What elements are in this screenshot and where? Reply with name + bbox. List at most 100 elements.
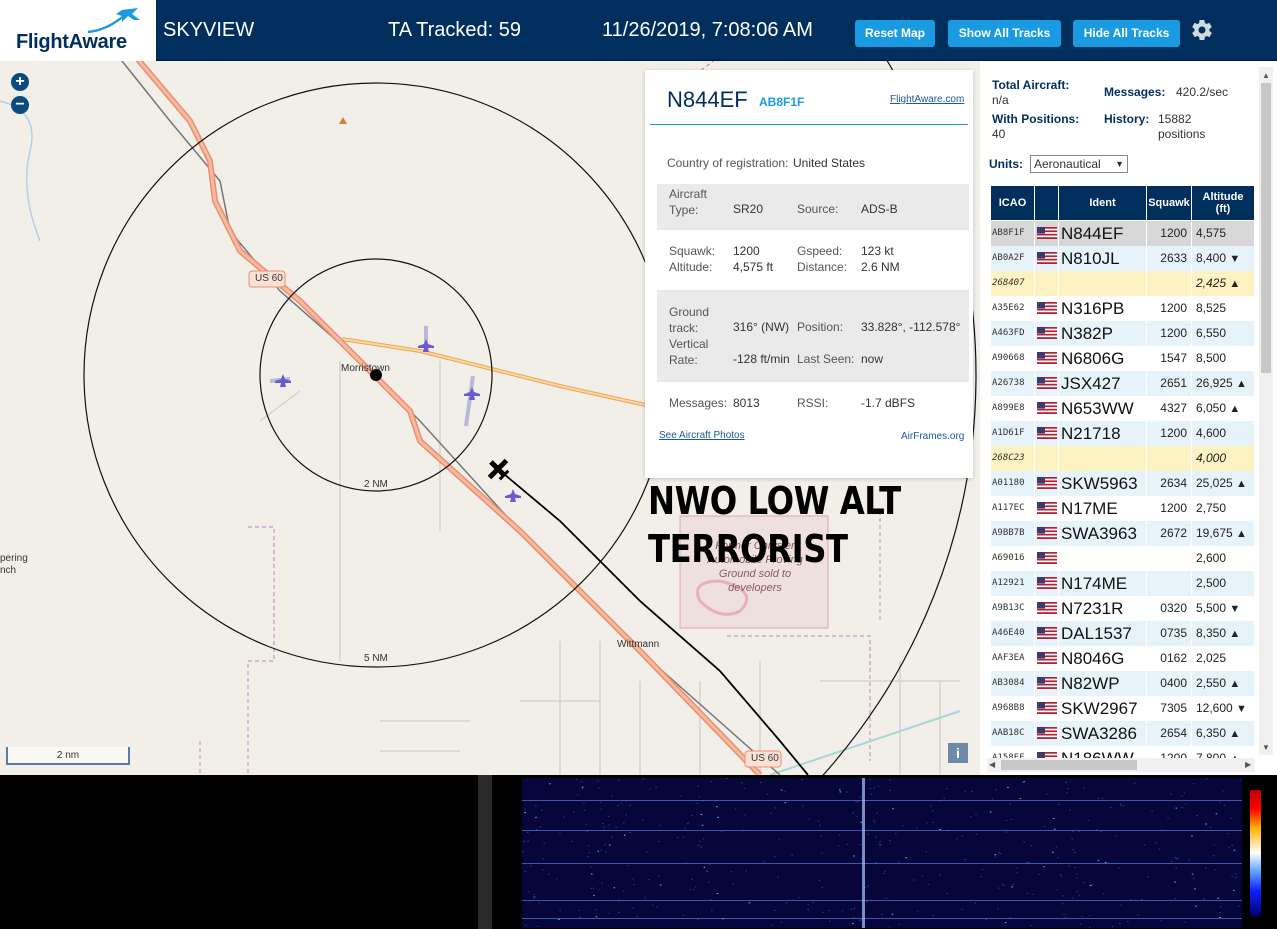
row-ident: SKW5963 [1059,471,1147,496]
table-row[interactable]: A35E62 N316PB 1200 8,525 [991,296,1255,321]
table-row[interactable]: A01180 SKW5963 2634 25,025 ▲ [991,471,1255,496]
hide-all-tracks-button[interactable]: Hide All Tracks [1073,20,1180,47]
col-header-squawk[interactable]: Squawk [1147,186,1192,220]
row-ident [1059,271,1147,296]
units-label: Units: [989,157,1023,171]
row-altitude-value: 8,525 [1196,301,1227,315]
flightaware-link[interactable]: FlightAware.com [890,94,964,105]
horizontal-scroll-thumb[interactable] [1001,760,1137,770]
row-squawk: 1200 [1147,221,1192,246]
map-view[interactable]: + − US 60 US 60 Morristown Wittmann 2 NM… [0,61,980,775]
scroll-left-icon[interactable]: ◀ [989,760,995,769]
row-altitude-value: 25,025 [1196,476,1233,490]
table-row[interactable]: A12921 N174ME 2,500 [991,571,1255,596]
scroll-right-icon[interactable]: ▶ [1245,760,1251,769]
popup-messages-label: Messages: [669,396,728,410]
info-button[interactable]: i [948,743,968,763]
table-row[interactable]: AB0A2F N810JL 2633 8,400 ▼ [991,246,1255,271]
table-row[interactable]: A69016 2,600 [991,546,1255,571]
table-row[interactable]: A26738 JSX427 2651 26,925 ▲ [991,371,1255,396]
us-flag-icon [1037,402,1057,414]
vertical-scroll-thumb[interactable] [1261,83,1271,373]
see-aircraft-photos-link[interactable]: See Aircraft Photos [659,430,745,441]
table-row[interactable]: AAB18C SWA3286 2654 6,350 ▲ [991,721,1255,746]
row-altitude: 25,025 ▲ [1192,471,1255,496]
total-aircraft-label: Total Aircraft: [992,78,1070,92]
row-altitude: 26,925 ▲ [1192,371,1255,396]
row-icao: A35E62 [991,296,1035,321]
units-select[interactable]: Aeronautical ▼ [1030,155,1128,173]
row-flag-cell [1035,396,1059,421]
us-flag-icon [1037,427,1057,439]
row-altitude: 8,525 [1192,296,1255,321]
row-ident: N21718 [1059,421,1147,446]
row-squawk: 4327 [1147,396,1192,421]
gear-icon[interactable] [1190,18,1214,42]
us-flag-icon [1037,352,1057,364]
popup-divider [650,124,968,125]
squawk-value: 1200 [733,244,760,258]
table-row[interactable]: A117EC N17ME 1200 2,750 [991,496,1255,521]
row-icao: A117EC [991,496,1035,521]
row-squawk: 1200 [1147,496,1192,521]
row-squawk [1147,271,1192,296]
scroll-up-icon[interactable]: ▲ [1262,71,1270,80]
row-altitude-value: 6,050 [1196,401,1227,415]
airframes-link[interactable]: AirFrames.org [901,431,964,442]
table-row[interactable]: AB8F1F N844EF 1200 4,575 [991,221,1255,246]
row-ident: N810JL [1059,246,1147,271]
row-flag-cell [1035,346,1059,371]
table-row[interactable]: A9B13C N7231R 0320 5,500 ▼ [991,596,1255,621]
table-row[interactable]: 268C23 4,000 [991,446,1255,471]
table-row[interactable]: A968B8 SKW2967 7305 12,600 ▼ [991,696,1255,721]
vertical-rate-value: -128 ft/min [733,352,790,366]
ground-track-label: Ground track: [669,305,710,335]
table-row[interactable]: 268407 2,425 ▲ [991,271,1255,296]
zoom-in-button[interactable]: + [11,73,29,91]
country-label: Country of registration: [667,156,789,170]
map-label-partial-2: nch [0,565,17,576]
row-squawk: 1200 [1147,296,1192,321]
row-ident: N8046G [1059,646,1147,671]
table-row[interactable]: A1D61F N21718 1200 4,600 [991,421,1255,446]
us-flag-icon [1037,502,1057,514]
us-flag-icon [1037,602,1057,614]
row-squawk [1147,546,1192,571]
popup-row-type: Aircraft Type: SR20 Source: ADS-B [657,184,969,230]
row-ident: N17ME [1059,496,1147,521]
horizontal-scrollbar[interactable]: ◀ ▶ [987,758,1255,772]
row-altitude: 5,500 ▼ [1192,596,1255,621]
table-row[interactable]: AAF3EA N8046G 0162 2,025 [991,646,1255,671]
table-row[interactable]: A90668 N6806G 1547 8,500 [991,346,1255,371]
row-altitude-value: 8,500 [1196,351,1227,365]
table-row[interactable]: A463FD N382P 1200 6,550 [991,321,1255,346]
overlay-caption-line-2: TERRORIST [648,527,848,571]
us-flag-icon [1037,252,1057,264]
panel-divider[interactable] [478,775,492,929]
row-altitude-value: 2,500 [1196,576,1227,590]
col-header-altitude[interactable]: Altitude (ft) [1192,186,1255,220]
table-row[interactable]: A9BB7B SWA3963 2672 19,675 ▲ [991,521,1255,546]
us-flag-icon [1037,727,1057,739]
vertical-scrollbar[interactable]: ▲ ▼ [1259,67,1273,755]
row-ident: N7231R [1059,596,1147,621]
reset-map-button[interactable]: Reset Map [855,20,935,47]
row-squawk [1147,446,1192,471]
row-squawk: 0320 [1147,596,1192,621]
popup-icao[interactable]: AB8F1F [759,95,804,109]
row-altitude: 19,675 ▲ [1192,521,1255,546]
table-row[interactable]: AB3084 N82WP 0400 2,550 ▲ [991,671,1255,696]
col-header-icao[interactable]: ICAO [991,186,1035,220]
scroll-down-icon[interactable]: ▼ [1262,743,1270,752]
highway-label-us60-south: US 60 [751,753,779,764]
flightaware-logo[interactable]: FlightAware [0,0,156,61]
row-altitude: 2,600 [1192,546,1255,571]
table-row[interactable]: A46E40 DAL1537 0735 8,350 ▲ [991,621,1255,646]
popup-row-country: Country of registration: United States [657,156,969,172]
table-row[interactable]: A899E8 N653WW 4327 6,050 ▲ [991,396,1255,421]
show-all-tracks-button[interactable]: Show All Tracks [948,20,1061,47]
col-header-ident[interactable]: Ident [1059,186,1147,220]
col-header-flag[interactable] [1035,186,1059,220]
zoom-out-button[interactable]: − [11,96,29,114]
us-flag-icon [1037,627,1057,639]
